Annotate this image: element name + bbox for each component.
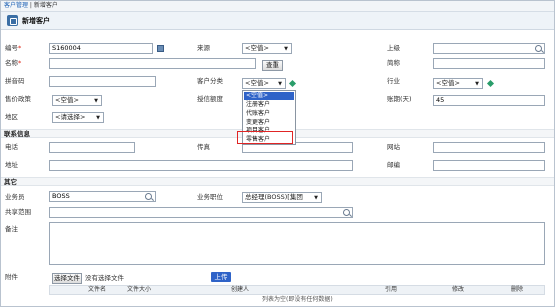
- column-header-filesize[interactable]: 文件大小: [124, 286, 154, 294]
- chevron-down-icon: ▼: [284, 46, 288, 52]
- share-scope-label: 共享范围: [5, 208, 31, 216]
- column-header-creator[interactable]: 创建人: [225, 286, 255, 294]
- breadcrumb: 客户管理 | 新增客户: [1, 1, 554, 12]
- page-title: 新增客户: [22, 17, 50, 25]
- address-label: 地址: [5, 161, 18, 169]
- retail-option-highlight: [237, 131, 293, 144]
- phone-input[interactable]: [49, 142, 135, 153]
- chevron-down-icon: ▼: [278, 81, 282, 87]
- empty-list-message: 列表为空(即没有任何数据): [262, 296, 333, 303]
- website-input[interactable]: [433, 142, 545, 153]
- superior-label: 上级: [387, 44, 400, 52]
- dropdown-option-registered[interactable]: 注册客户: [244, 101, 294, 109]
- breadcrumb-current: 新增客户: [33, 2, 58, 9]
- remarks-label: 备注: [5, 225, 18, 233]
- account-period-label: 账期(天): [387, 95, 412, 103]
- postcode-label: 邮编: [387, 161, 400, 169]
- region-label: 地区: [5, 113, 18, 121]
- position-select[interactable]: 总经理(BOSS)[集团 ▼: [242, 192, 322, 203]
- dropdown-option-empty[interactable]: <空值>: [244, 92, 294, 100]
- customer-category-select[interactable]: <空值> ▼: [242, 78, 286, 89]
- source-select[interactable]: <空值> ▼: [242, 43, 292, 54]
- chevron-down-icon: ▼: [96, 115, 100, 121]
- share-scope-search-icon[interactable]: [343, 209, 350, 216]
- required-marker: *: [18, 59, 22, 67]
- pinyin-label: 拼音码: [5, 77, 25, 85]
- column-header-edit[interactable]: 修改: [448, 286, 468, 294]
- salesperson-search-icon[interactable]: [145, 193, 152, 200]
- superior-input[interactable]: [433, 43, 545, 54]
- remarks-textarea[interactable]: [49, 222, 545, 265]
- address-input[interactable]: [49, 160, 353, 171]
- code-input[interactable]: S160004: [49, 43, 153, 54]
- duplicate-check-button[interactable]: 查重: [262, 60, 283, 71]
- short-name-input[interactable]: [433, 58, 545, 69]
- dropdown-option-bookkeeping[interactable]: 代账客户: [244, 110, 294, 118]
- price-policy-select[interactable]: <空值> ▼: [52, 95, 102, 106]
- code-label: 编号*: [5, 44, 22, 52]
- industry-select[interactable]: <空值> ▼: [433, 78, 483, 89]
- industry-label: 行业: [387, 77, 400, 85]
- dropdown-option-change[interactable]: 变更客户: [244, 119, 294, 127]
- upload-button[interactable]: 上传: [211, 272, 231, 282]
- website-label: 网站: [387, 143, 400, 151]
- name-input[interactable]: [49, 58, 256, 69]
- superior-search-icon[interactable]: [535, 45, 542, 52]
- column-header-delete[interactable]: 删除: [507, 286, 527, 294]
- position-label: 业务职位: [197, 193, 223, 201]
- fax-label: 传真: [197, 143, 210, 151]
- no-file-text: 没有选择文件: [85, 274, 124, 282]
- salesperson-input[interactable]: BOSS: [49, 191, 156, 202]
- column-header-filename[interactable]: 文件名: [82, 286, 112, 294]
- share-scope-input[interactable]: [49, 207, 353, 218]
- price-policy-label: 售价政策: [5, 95, 31, 103]
- column-header-reference[interactable]: 引用: [381, 286, 401, 294]
- credit-limit-label: 授信额度: [197, 95, 223, 103]
- account-period-input[interactable]: 45: [433, 95, 545, 106]
- source-label: 来源: [197, 44, 210, 52]
- code-generator-icon[interactable]: [157, 45, 164, 52]
- breadcrumb-root-link[interactable]: 客户管理: [4, 2, 28, 9]
- region-select[interactable]: <请选择> ▼: [52, 112, 104, 123]
- chevron-down-icon: ▼: [314, 195, 318, 201]
- page-header: 新增客户: [1, 12, 554, 30]
- name-label: 名称*: [5, 59, 22, 67]
- chevron-down-icon: ▼: [475, 81, 479, 87]
- customer-category-label: 客户分类: [197, 77, 223, 85]
- customer-card-icon: [7, 15, 18, 26]
- chevron-down-icon: ▼: [94, 98, 98, 104]
- salesperson-label: 业务员: [5, 193, 25, 201]
- pinyin-input[interactable]: [49, 76, 156, 87]
- phone-label: 电话: [5, 143, 18, 151]
- postcode-input[interactable]: [433, 160, 545, 171]
- other-section-header: 其它: [1, 177, 554, 186]
- required-marker: *: [18, 44, 22, 52]
- attachments-label: 附件: [5, 273, 18, 281]
- short-name-label: 简称: [387, 59, 400, 67]
- choose-file-button[interactable]: 选择文件: [52, 273, 82, 284]
